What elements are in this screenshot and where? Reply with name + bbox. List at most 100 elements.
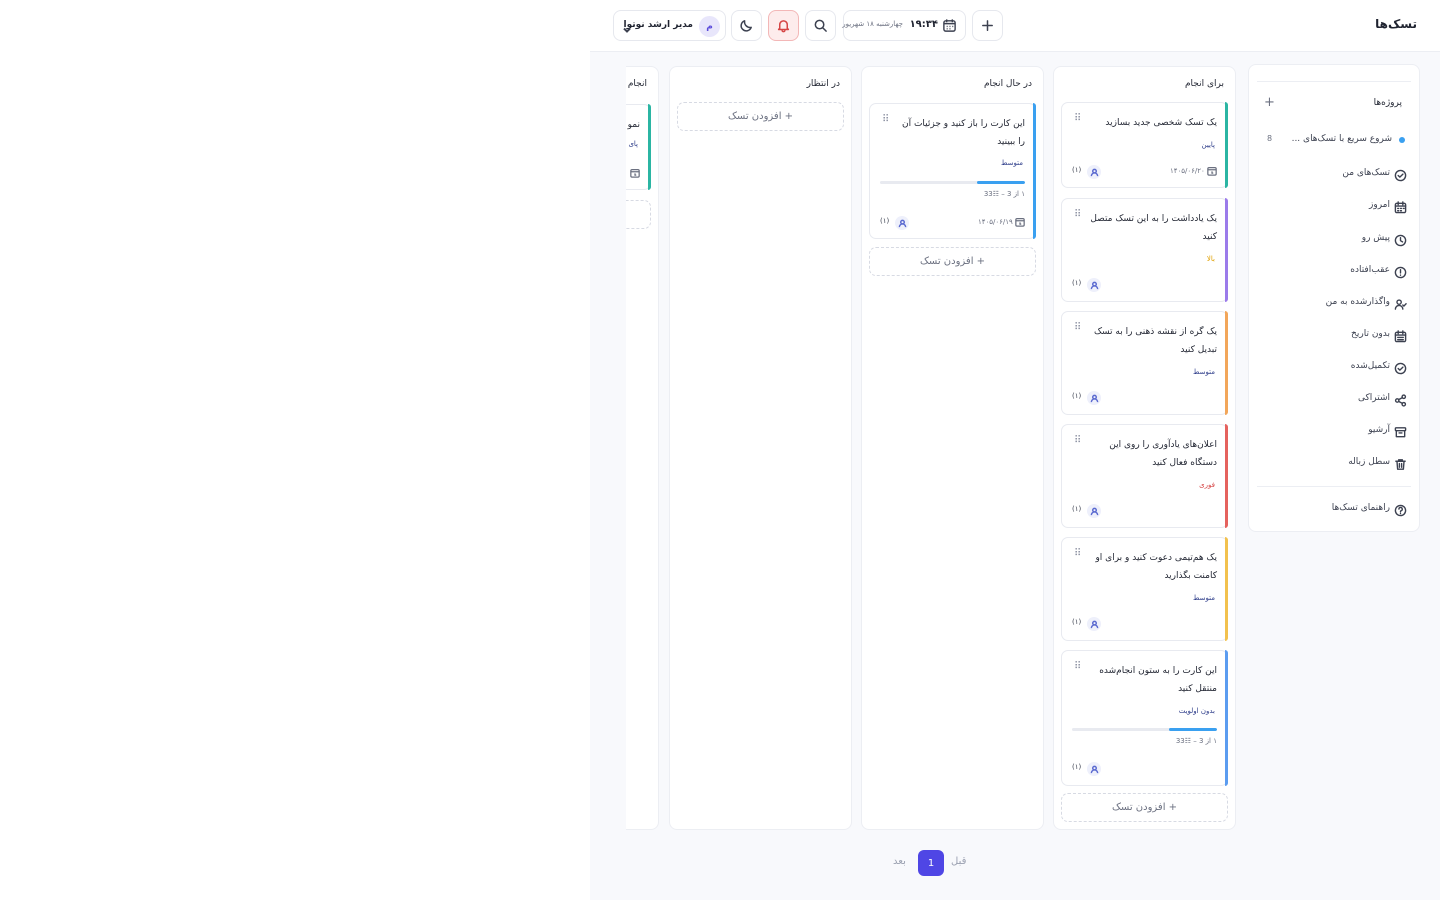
- card-title: یک یادداشت را به این تسک متصل کنید: [1090, 214, 1217, 242]
- assignee-avatar[interactable]: [1087, 391, 1101, 405]
- sidebar-item-overdue[interactable]: عقب‌افتاده: [1262, 263, 1408, 279]
- task-card[interactable]: یک گره از نقشه ذهنی را به تسک تبدیل کنید…: [1061, 311, 1228, 415]
- sidebar-item-shared[interactable]: اشتراکی: [1262, 391, 1408, 407]
- assignee-count: (۱): [1072, 618, 1082, 626]
- sidebar-item-label: سطل زباله: [1348, 457, 1390, 467]
- column-todo: برای انجام یک تسک شخصی جدید بسازید ⠿ پای…: [1053, 66, 1236, 830]
- sidebar-project[interactable]: شروع سریع با تسک‌های ... 8: [1263, 132, 1411, 148]
- assignee-count: (۱): [1072, 763, 1082, 771]
- user-menu[interactable]: م مدیر ارشد نوتوا: [613, 10, 726, 41]
- assignee-count: (۱): [880, 217, 890, 225]
- subtask-count: ۱ از 3 – ☷33: [1175, 737, 1217, 745]
- calendar-clock-icon: [1015, 218, 1025, 227]
- calendar-icon: [942, 18, 957, 33]
- search-button[interactable]: [805, 10, 836, 41]
- sidebar-item-help[interactable]: راهنمای تسک‌ها: [1262, 501, 1408, 517]
- sidebar-item-label: تکمیل‌شده: [1350, 361, 1390, 371]
- top-header: تسک‌ها ۱۹:۳۴ چهارشنبه ۱۸ شهریور م مدیر ا…: [590, 0, 1440, 52]
- drag-handle-icon[interactable]: ⠿: [1074, 209, 1081, 220]
- task-card[interactable]: یک تسک شخصی جدید بسازید ⠿ پایین ۱۴۰۵/۰۶/…: [1061, 102, 1228, 188]
- column-waiting: در انتظار + افزودن تسک: [669, 66, 852, 830]
- assignee-count: (۱): [1072, 166, 1082, 174]
- calendar-off-icon: [1394, 328, 1408, 343]
- card-accent: [1225, 198, 1228, 302]
- drag-handle-icon[interactable]: ⠿: [1074, 661, 1081, 672]
- check-circle-icon: [1394, 360, 1408, 375]
- pagination-prev[interactable]: قبل: [951, 856, 966, 867]
- assignee-count: (۱): [1072, 392, 1082, 400]
- card-title: یک گره از نقشه ذهنی را به تسک تبدیل کنید: [1093, 327, 1217, 355]
- priority-badge: بالا: [1206, 255, 1215, 263]
- assignee-avatar[interactable]: [1087, 617, 1101, 631]
- task-card[interactable]: نمو پای: [626, 104, 651, 190]
- trash-icon: [1394, 456, 1408, 470]
- assignee-avatar[interactable]: [1087, 165, 1101, 179]
- sidebar-item-trash[interactable]: سطل زباله: [1262, 455, 1408, 471]
- theme-toggle-button[interactable]: [731, 10, 762, 41]
- card-title: این کارت را به ستون انجام‌شده منتقل کنید: [1099, 666, 1217, 694]
- add-project-button[interactable]: +: [1264, 96, 1275, 109]
- project-color-dot: [1399, 137, 1405, 143]
- clock-icon: [1394, 232, 1408, 247]
- sidebar-item-completed[interactable]: تکمیل‌شده: [1262, 359, 1408, 375]
- column-title: انجام: [627, 79, 647, 89]
- assignee-avatar[interactable]: [1087, 278, 1101, 292]
- date-time-widget[interactable]: ۱۹:۳۴ چهارشنبه ۱۸ شهریور: [842, 10, 966, 41]
- card-title: اعلان‌های یادآوری را روی این دستگاه فعال…: [1109, 440, 1217, 468]
- user-icon: [1090, 281, 1098, 289]
- pagination-next[interactable]: بعد: [893, 856, 906, 867]
- task-card[interactable]: این کارت را به ستون انجام‌شده منتقل کنید…: [1061, 650, 1228, 786]
- alert-circle-icon: [1394, 264, 1408, 279]
- sidebar-item-upcoming[interactable]: پیش رو: [1262, 231, 1408, 247]
- column-done-viewport: انجام نمو پای: [626, 66, 659, 830]
- sidebar-item-label: پیش رو: [1361, 233, 1390, 243]
- card-title: یک تسک شخصی جدید بسازید: [1105, 118, 1217, 128]
- plus-icon: [982, 20, 993, 31]
- drag-handle-icon[interactable]: ⠿: [1074, 322, 1081, 333]
- assignee-count: (۱): [1072, 279, 1082, 287]
- pagination-page-current[interactable]: 1: [918, 850, 944, 876]
- card-accent: [1225, 650, 1228, 786]
- task-card[interactable]: یک یادداشت را به این تسک متصل کنید ⠿ بال…: [1061, 198, 1228, 302]
- card-title: این کارت را باز کنید و جزئیات آن را ببین…: [901, 119, 1025, 147]
- assignee-avatar[interactable]: [895, 216, 909, 230]
- calendar-clock-icon: [630, 169, 640, 178]
- sidebar-item-label: واگذارشده به من: [1325, 297, 1390, 307]
- add-button[interactable]: [972, 10, 1003, 41]
- task-card[interactable]: این کارت را باز کنید و جزئیات آن را ببین…: [869, 103, 1036, 239]
- app-shell: تسک‌ها ۱۹:۳۴ چهارشنبه ۱۸ شهریور م مدیر ا…: [590, 0, 1440, 900]
- project-name: شروع سریع با تسک‌های ...: [1291, 134, 1392, 144]
- due-date: ۱۴۰۵/۰۶/۲۰: [1170, 166, 1217, 176]
- add-task-button[interactable]: [626, 200, 651, 229]
- drag-handle-icon[interactable]: ⠿: [1074, 435, 1081, 446]
- column-title: در انتظار: [806, 79, 840, 89]
- assignee-avatar[interactable]: [1087, 504, 1101, 518]
- priority-badge: پای: [628, 140, 638, 148]
- user-icon: [1090, 168, 1098, 176]
- add-task-button[interactable]: + افزودن تسک: [869, 247, 1036, 276]
- add-task-button[interactable]: + افزودن تسک: [677, 102, 844, 131]
- sidebar-item-archive[interactable]: آرشیو: [1262, 423, 1408, 439]
- search-icon: [814, 19, 827, 32]
- sidebar-divider: [1257, 81, 1411, 82]
- assignee-avatar[interactable]: [1087, 762, 1101, 776]
- sidebar-item-today[interactable]: امروز: [1262, 198, 1408, 214]
- column-title: در حال انجام: [983, 79, 1032, 89]
- sidebar-item-label: اشتراکی: [1357, 393, 1390, 403]
- user-icon: [1090, 620, 1098, 628]
- task-card[interactable]: اعلان‌های یادآوری را روی این دستگاه فعال…: [1061, 424, 1228, 528]
- sidebar-item-my-tasks[interactable]: تسک‌های من: [1262, 166, 1408, 182]
- sidebar-item-assigned-to-me[interactable]: واگذارشده به من: [1262, 295, 1408, 311]
- drag-handle-icon[interactable]: ⠿: [882, 114, 889, 125]
- check-circle-icon: [1394, 167, 1408, 182]
- priority-badge: متوسط: [1193, 368, 1215, 376]
- task-card[interactable]: یک هم‌تیمی دعوت کنید و برای او کامنت بگذ…: [1061, 537, 1228, 641]
- moon-icon: [740, 20, 752, 32]
- sidebar-item-label: عقب‌افتاده: [1350, 265, 1390, 275]
- subtask-progress-bar: [1072, 728, 1217, 731]
- drag-handle-icon[interactable]: ⠿: [1074, 113, 1081, 124]
- add-task-button[interactable]: + افزودن تسک: [1061, 793, 1228, 822]
- sidebar-item-no-date[interactable]: بدون تاریخ: [1262, 327, 1408, 343]
- drag-handle-icon[interactable]: ⠿: [1074, 548, 1081, 559]
- notifications-button[interactable]: [768, 10, 799, 41]
